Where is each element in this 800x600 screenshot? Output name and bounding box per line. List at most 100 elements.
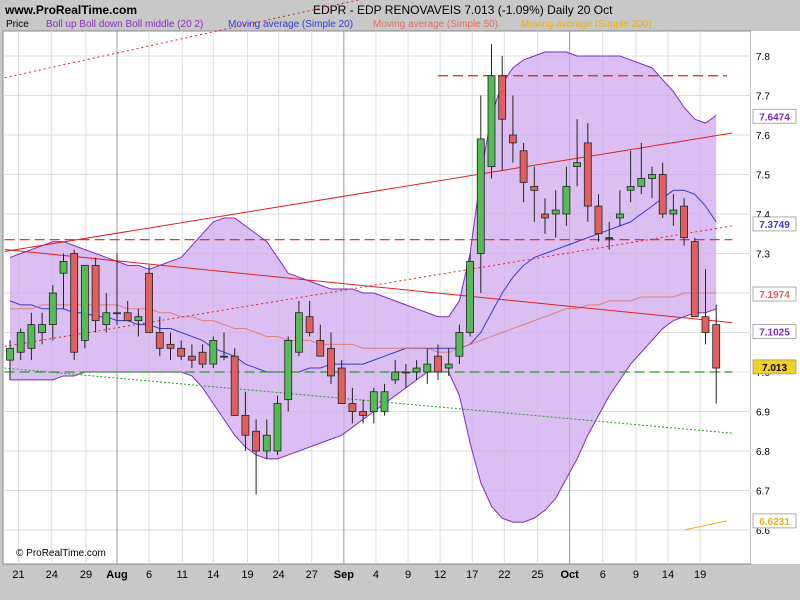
candle-body (562, 185, 571, 215)
candle-body (6, 347, 14, 361)
candle (81, 264, 89, 349)
candle-body (134, 316, 143, 322)
candle-body (487, 75, 496, 167)
candle-body (27, 324, 36, 349)
candle-body (669, 209, 678, 215)
candle-body (166, 343, 175, 349)
candle-body (498, 75, 507, 120)
candle-body (252, 430, 261, 452)
price-label: 7.1974 (759, 290, 790, 301)
candle-body (70, 253, 79, 353)
candle-body (91, 264, 100, 322)
candle-body (391, 371, 400, 381)
x-tick-label: 21 (12, 569, 24, 581)
x-tick-label: 6 (146, 569, 152, 581)
candle-body (551, 209, 560, 215)
candle-body (16, 332, 25, 353)
candle-body (616, 213, 624, 219)
x-tick-label: 9 (405, 569, 411, 581)
candle-body (658, 174, 667, 215)
candle-body (241, 415, 250, 436)
x-tick-label: 11 (177, 569, 188, 581)
x-tick-label: 29 (80, 569, 92, 581)
candle-body (209, 339, 218, 365)
candle-body (476, 138, 485, 254)
candle-body (316, 339, 325, 357)
copyright-label: © ProRealTime.com (16, 548, 106, 559)
candle-body (273, 403, 282, 452)
candle-body (605, 237, 614, 240)
x-tick-label: Sep (334, 569, 354, 581)
x-tick-label: 19 (241, 569, 253, 581)
chart-frame: www.ProRealTime.com EDPR - EDP RENOVAVEI… (0, 0, 800, 600)
candle-body (401, 371, 410, 374)
candle (230, 348, 239, 416)
candle (273, 395, 282, 455)
candle-body (305, 316, 314, 333)
candle-body (198, 351, 207, 365)
x-tick-label: 9 (633, 569, 639, 581)
x-tick-label: 24 (272, 569, 284, 581)
price-label: 6.6231 (759, 517, 790, 528)
x-tick-label: 12 (434, 569, 446, 581)
candle-body (48, 292, 57, 326)
x-tick-label: 19 (694, 569, 706, 581)
candle-body (155, 332, 164, 349)
y-tick-label: 7.6 (756, 131, 770, 142)
y-tick-label: 7.7 (756, 92, 770, 103)
candle-body (626, 185, 635, 191)
x-tick-label: 17 (466, 569, 478, 581)
candle-body (123, 312, 132, 322)
candle-body (690, 241, 699, 318)
candle-body (38, 324, 46, 333)
candle-body (359, 411, 368, 416)
candle-body (337, 367, 346, 404)
candle-body (530, 185, 539, 191)
y-tick-label: 6.9 (756, 408, 770, 419)
candle (466, 253, 475, 337)
candle-body (701, 316, 710, 333)
candle (690, 237, 699, 318)
candle-body (466, 260, 475, 333)
candle-body (519, 150, 528, 183)
price-chart: 7.87.77.67.57.47.37.27.17.06.96.86.76.6 … (2, 0, 800, 581)
x-tick-label: Aug (106, 569, 127, 581)
y-tick-label: 7.5 (756, 171, 770, 182)
candle-body (541, 213, 549, 219)
candle-body (712, 324, 721, 369)
candle-body (262, 434, 271, 452)
candle-body (508, 134, 517, 144)
x-tick-label: 25 (531, 569, 543, 581)
candle-body (648, 174, 656, 179)
x-tick-label: 4 (373, 569, 379, 581)
candle-body (294, 312, 303, 353)
candle-body (145, 272, 154, 333)
candle-body (369, 391, 378, 412)
candle-body (113, 312, 121, 315)
candle (70, 249, 79, 361)
x-tick-label: 6 (600, 569, 606, 581)
candle-body (327, 347, 335, 377)
price-label: 7.1025 (759, 328, 790, 339)
y-tick-label: 7.3 (756, 250, 770, 261)
candle-body (423, 363, 432, 373)
price-label: 7.6474 (759, 112, 790, 123)
candle-body (59, 260, 68, 274)
y-tick-label: 6.7 (756, 487, 770, 498)
x-tick-label: 27 (306, 569, 318, 581)
x-tick-label: 14 (207, 569, 219, 581)
candle-body (412, 367, 421, 373)
candle-body (455, 332, 464, 357)
candle-body (637, 178, 646, 187)
candle (145, 265, 154, 333)
candle-body (102, 312, 111, 326)
candle-body (583, 142, 592, 207)
x-tick-label: 22 (498, 569, 510, 581)
x-tick-label: 24 (46, 569, 58, 581)
candle-body (284, 339, 293, 401)
candle (209, 336, 218, 369)
date-axis: 21 24 29 Aug 6 11 14 19 24 27 Sep 4 9 12 17 22 25 Oct 6 9 14… (12, 569, 706, 581)
candle-body (380, 391, 389, 412)
candle-body (230, 355, 239, 416)
candle-body (434, 355, 442, 373)
